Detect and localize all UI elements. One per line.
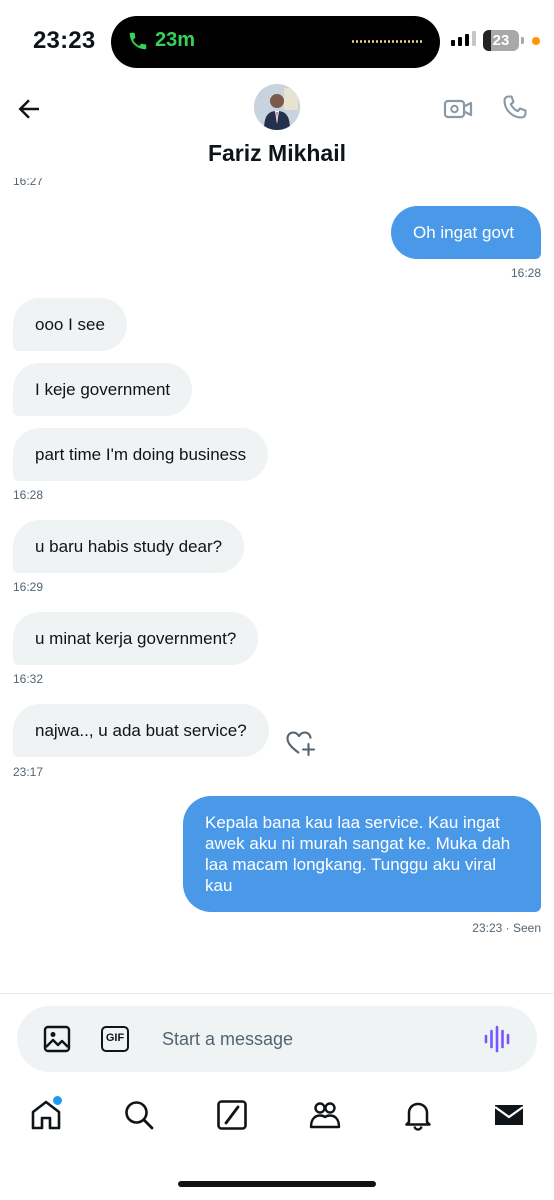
message-timestamp: 23:17	[13, 765, 44, 779]
incoming-message-bubble[interactable]: u minat kerja government?	[13, 612, 259, 665]
composer-divider	[0, 993, 554, 994]
search-icon[interactable]	[122, 1098, 156, 1132]
add-reaction-heart-icon[interactable]	[284, 728, 316, 758]
contact-name[interactable]: Fariz Mikhail	[0, 140, 554, 167]
bottom-navigation	[0, 1088, 554, 1148]
communities-icon[interactable]	[308, 1098, 342, 1132]
gif-button[interactable]: GIF	[101, 1026, 129, 1052]
incoming-message-bubble[interactable]: najwa.., u ada buat service?	[13, 704, 269, 757]
video-call-icon[interactable]	[443, 94, 473, 124]
message-composer: GIF	[17, 1006, 537, 1072]
message-timestamp: 16:28	[510, 266, 541, 280]
message-timestamp: 16:29	[13, 580, 44, 594]
image-icon[interactable]	[42, 1024, 72, 1054]
grok-icon[interactable]	[215, 1098, 249, 1132]
home-notification-dot	[53, 1096, 62, 1105]
incoming-message-bubble[interactable]: ooo I see	[13, 298, 127, 351]
message-timestamp: 16:28	[13, 488, 44, 502]
incoming-message-bubble[interactable]: I keje government	[13, 363, 193, 416]
notifications-bell-icon[interactable]	[401, 1098, 435, 1132]
message-timestamp: 16:32	[13, 672, 44, 686]
incoming-message-bubble[interactable]: u baru habis study dear?	[13, 520, 245, 573]
home-indicator-bar[interactable]	[178, 1181, 376, 1187]
incoming-message-bubble[interactable]: part time I'm doing business	[13, 428, 269, 481]
contact-photo	[254, 84, 300, 130]
back-arrow-icon[interactable]	[14, 94, 44, 124]
message-input[interactable]	[162, 1025, 462, 1053]
contact-avatar[interactable]	[254, 84, 300, 130]
message-timestamp: 23:23 · Seen	[472, 921, 541, 935]
outgoing-message-bubble[interactable]: Oh ingat govt	[391, 206, 541, 259]
messages-envelope-icon[interactable]	[492, 1098, 526, 1132]
voice-message-icon[interactable]	[483, 1025, 513, 1053]
phone-icon[interactable]	[500, 92, 530, 122]
outgoing-message-bubble[interactable]: Kepala bana kau laa service. Kau ingat a…	[183, 796, 541, 912]
conversation-header: Fariz Mikhail	[0, 82, 554, 178]
